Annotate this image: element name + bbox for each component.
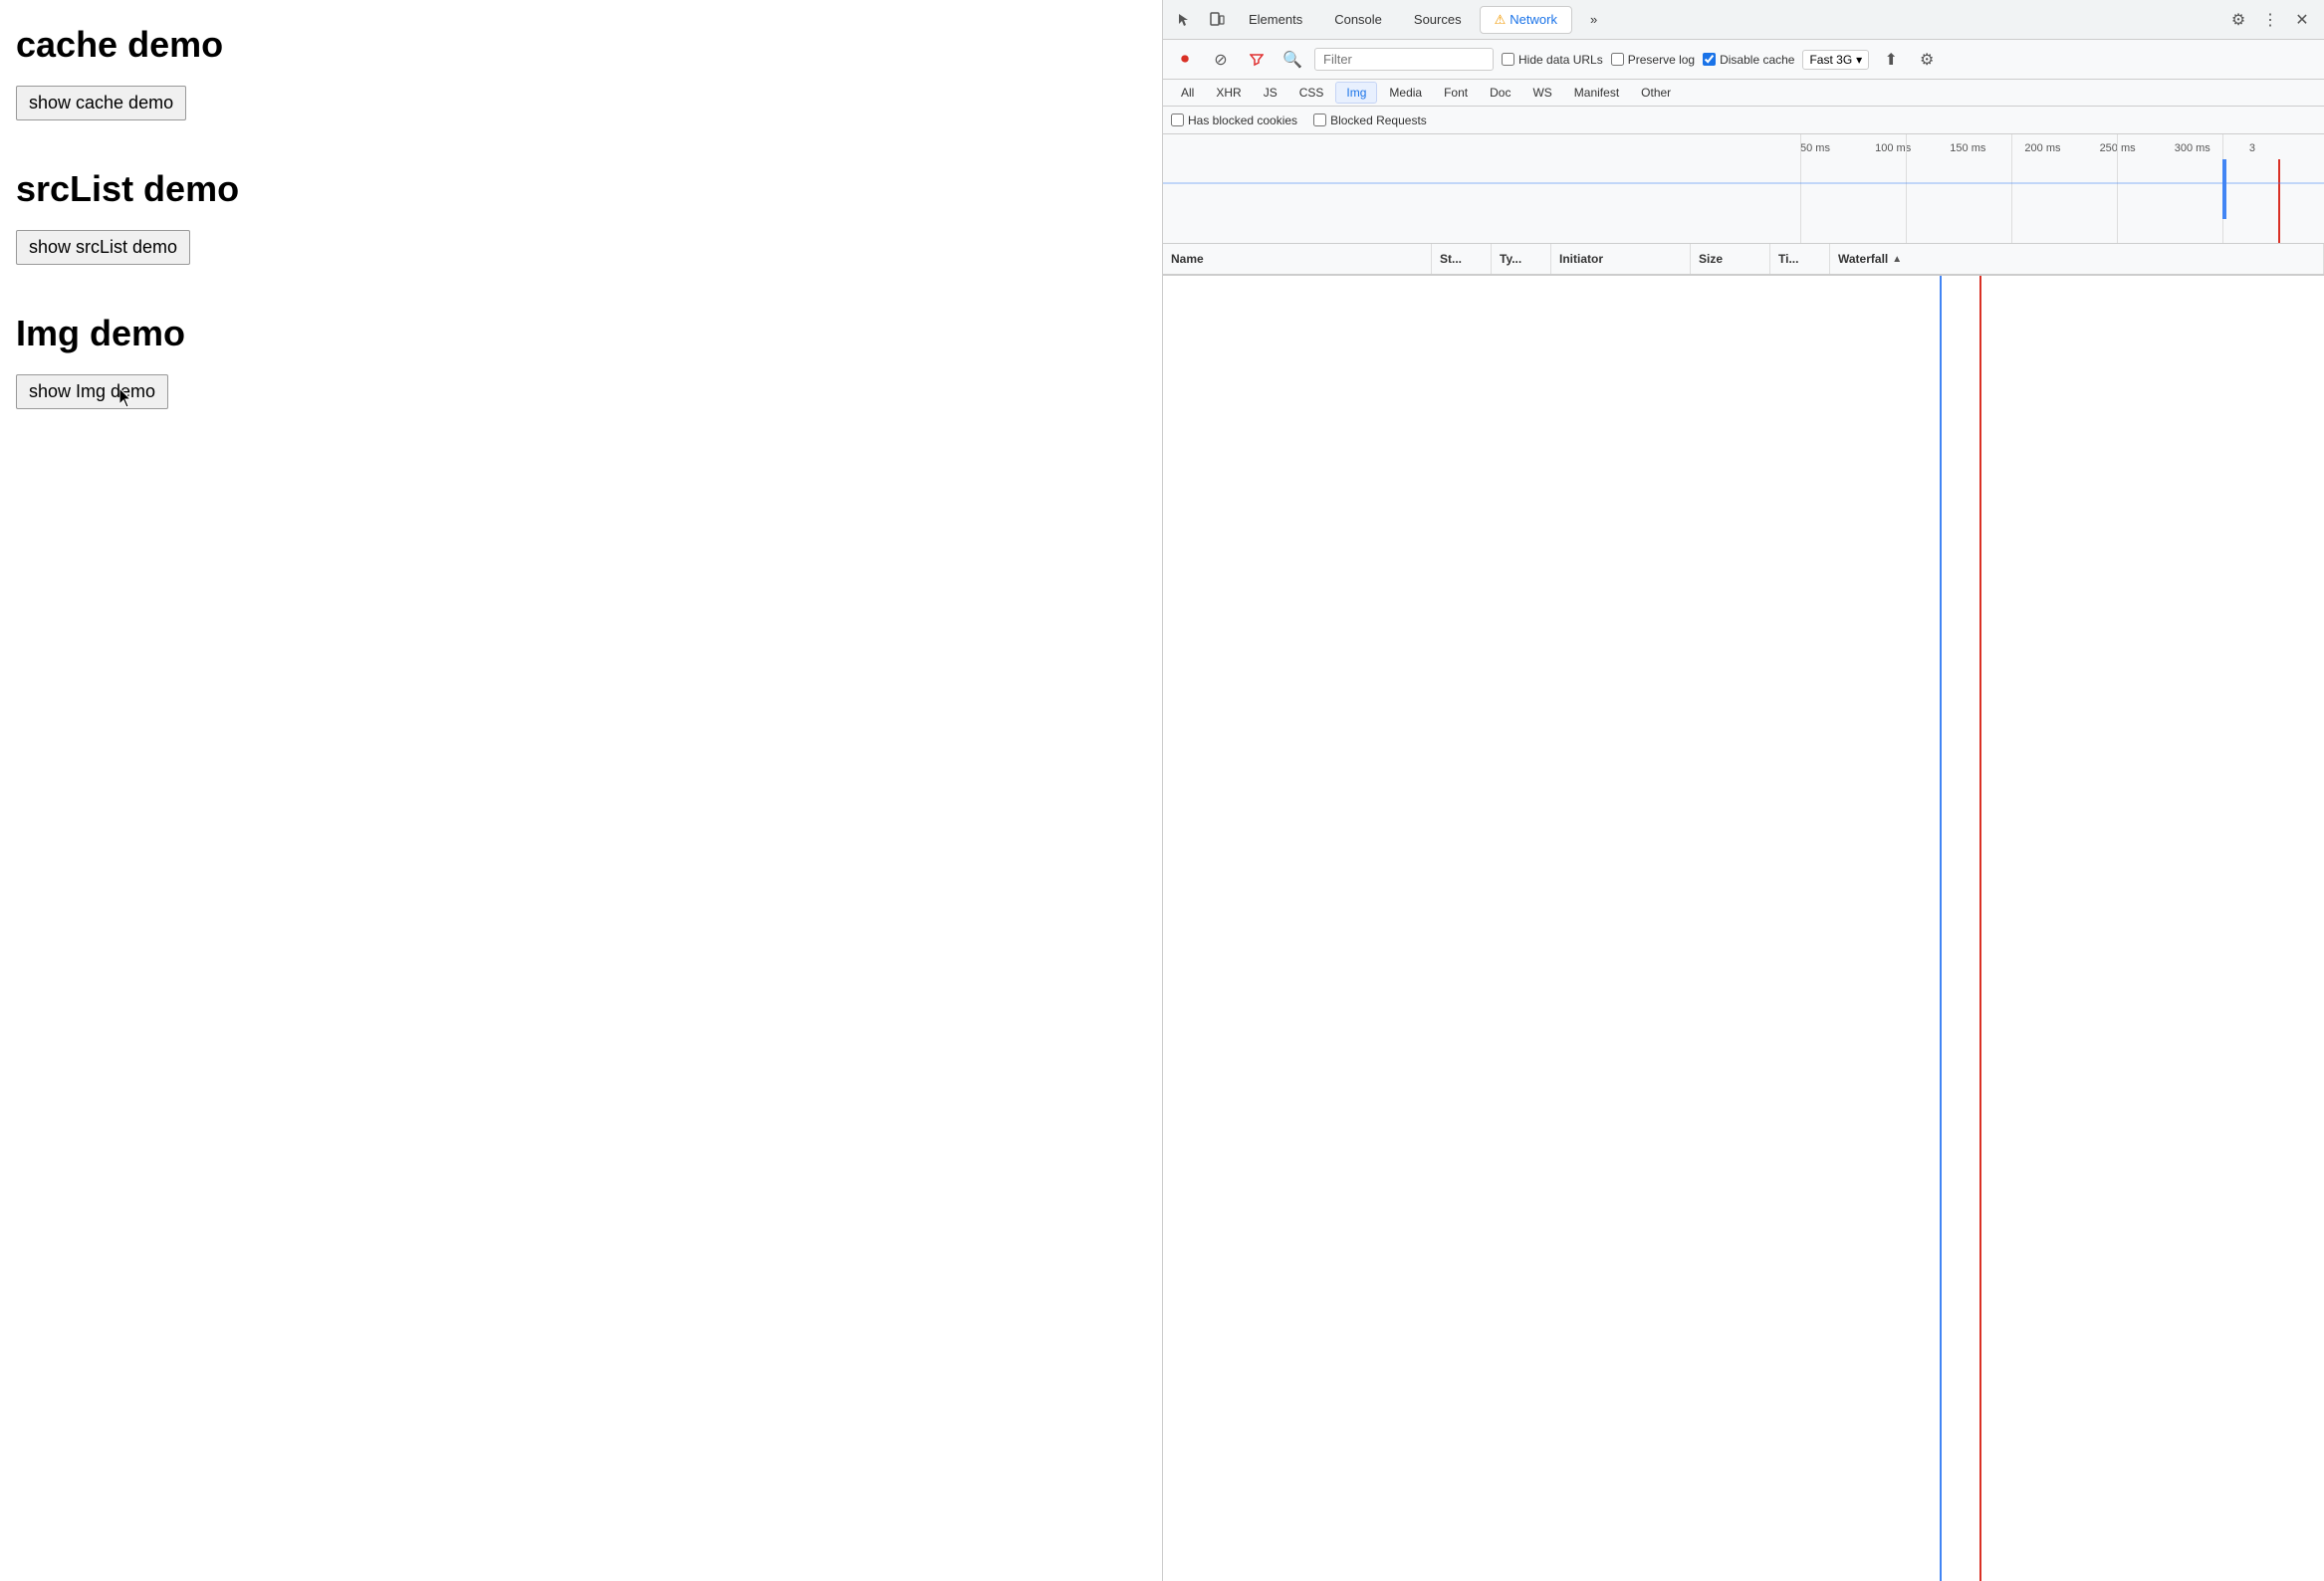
blocked-requests-label[interactable]: Blocked Requests [1313,113,1427,127]
timeline-lines [1800,134,2324,243]
srclist-demo-title: srcList demo [16,168,1146,210]
disable-cache-checkbox[interactable] [1703,53,1716,66]
filter-tabs: All XHR JS CSS Img Media Font Doc WS Man… [1163,80,2324,107]
content-red-line [1979,276,1981,1581]
tab-console[interactable]: Console [1320,6,1396,34]
filter-tab-all[interactable]: All [1171,83,1204,103]
filter-tab-doc[interactable]: Doc [1480,83,1520,103]
more-options-button[interactable]: ⋮ [2256,6,2284,34]
content-blue-line [1940,276,1942,1581]
th-time[interactable]: Ti... [1770,244,1830,274]
th-status[interactable]: St... [1432,244,1492,274]
vline-1 [1906,134,1907,243]
close-devtools-button[interactable]: ✕ [2288,6,2316,34]
dom-content-loaded-bar [2222,159,2226,219]
filter-tab-css[interactable]: CSS [1289,83,1334,103]
disable-cache-label[interactable]: Disable cache [1703,53,1794,67]
cache-demo-title: cache demo [16,24,1146,66]
show-cache-demo-button[interactable]: show cache demo [16,86,186,120]
waterfall-sort-arrow: ▲ [1892,254,1902,265]
device-toggle-button[interactable] [1203,6,1231,34]
tab-network[interactable]: ⚠ Network [1480,6,1572,34]
vline-0 [1800,134,1801,243]
tab-more[interactable]: » [1576,6,1611,34]
preserve-log-checkbox[interactable] [1611,53,1624,66]
blocked-requests-checkbox[interactable] [1313,113,1326,126]
vline-2 [2011,134,2012,243]
clear-button[interactable]: ⊘ [1207,46,1235,74]
img-demo-title: Img demo [16,313,1146,354]
devtools-panel: Elements Console Sources ⚠ Network » ⚙ ⋮… [1162,0,2324,1581]
blocked-row: Has blocked cookies Blocked Requests [1163,107,2324,134]
network-content [1163,276,2324,1581]
th-type[interactable]: Ty... [1492,244,1551,274]
cache-demo-section: cache demo show cache demo [16,24,1146,120]
devtools-tabbar: Elements Console Sources ⚠ Network » ⚙ ⋮… [1163,0,2324,40]
srclist-demo-section: srcList demo show srcList demo [16,168,1146,265]
filter-tab-manifest[interactable]: Manifest [1564,83,1629,103]
throttle-selector[interactable]: Fast 3G ▾ [1802,50,1869,70]
img-demo-section: Img demo show Img demo [16,313,1146,409]
filter-icon-button[interactable] [1243,46,1271,74]
blocked-cookies-checkbox[interactable] [1171,113,1184,126]
filter-tab-xhr[interactable]: XHR [1206,83,1251,103]
th-size[interactable]: Size [1691,244,1770,274]
search-icon-button[interactable]: 🔍 [1278,46,1306,74]
settings-button[interactable]: ⚙ [2224,6,2252,34]
timeline-blue-line [1163,182,2324,184]
filter-tab-js[interactable]: JS [1254,83,1287,103]
throttle-dropdown-arrow: ▾ [1856,53,1862,67]
show-img-demo-button[interactable]: show Img demo [16,374,168,409]
th-name[interactable]: Name [1163,244,1432,274]
preserve-log-label[interactable]: Preserve log [1611,53,1695,67]
filter-tab-img[interactable]: Img [1335,82,1377,104]
table-header: Name St... Ty... Initiator Size Ti... Wa… [1163,244,2324,276]
warning-icon: ⚠ [1495,12,1507,28]
vline-3 [2117,134,2118,243]
record-button[interactable]: ⏺ [1171,46,1199,74]
timeline-header: 50 ms 100 ms 150 ms 200 ms 250 ms 300 ms… [1163,134,2324,244]
filter-tab-other[interactable]: Other [1631,83,1681,103]
hide-data-urls-checkbox[interactable] [1502,53,1514,66]
filter-tab-font[interactable]: Font [1434,83,1478,103]
network-toolbar: ⏺ ⊘ 🔍 Hide data URLs Preserve log Disabl… [1163,40,2324,80]
hide-data-urls-label[interactable]: Hide data URLs [1502,53,1603,67]
export-settings-button[interactable]: ⚙ [1913,46,1941,74]
tab-sources[interactable]: Sources [1400,6,1476,34]
th-waterfall[interactable]: Waterfall ▲ [1830,244,2324,274]
import-button[interactable]: ⬆ [1877,46,1905,74]
th-initiator[interactable]: Initiator [1551,244,1691,274]
cursor-icon-button[interactable] [1171,6,1199,34]
blocked-cookies-label[interactable]: Has blocked cookies [1171,113,1297,127]
main-content: cache demo show cache demo srcList demo … [0,0,1162,1581]
filter-tab-ws[interactable]: WS [1522,83,1561,103]
filter-input[interactable] [1314,48,1494,71]
tab-elements[interactable]: Elements [1235,6,1316,34]
load-event-line [2278,159,2280,243]
filter-tab-media[interactable]: Media [1379,83,1432,103]
show-srclist-demo-button[interactable]: show srcList demo [16,230,190,265]
